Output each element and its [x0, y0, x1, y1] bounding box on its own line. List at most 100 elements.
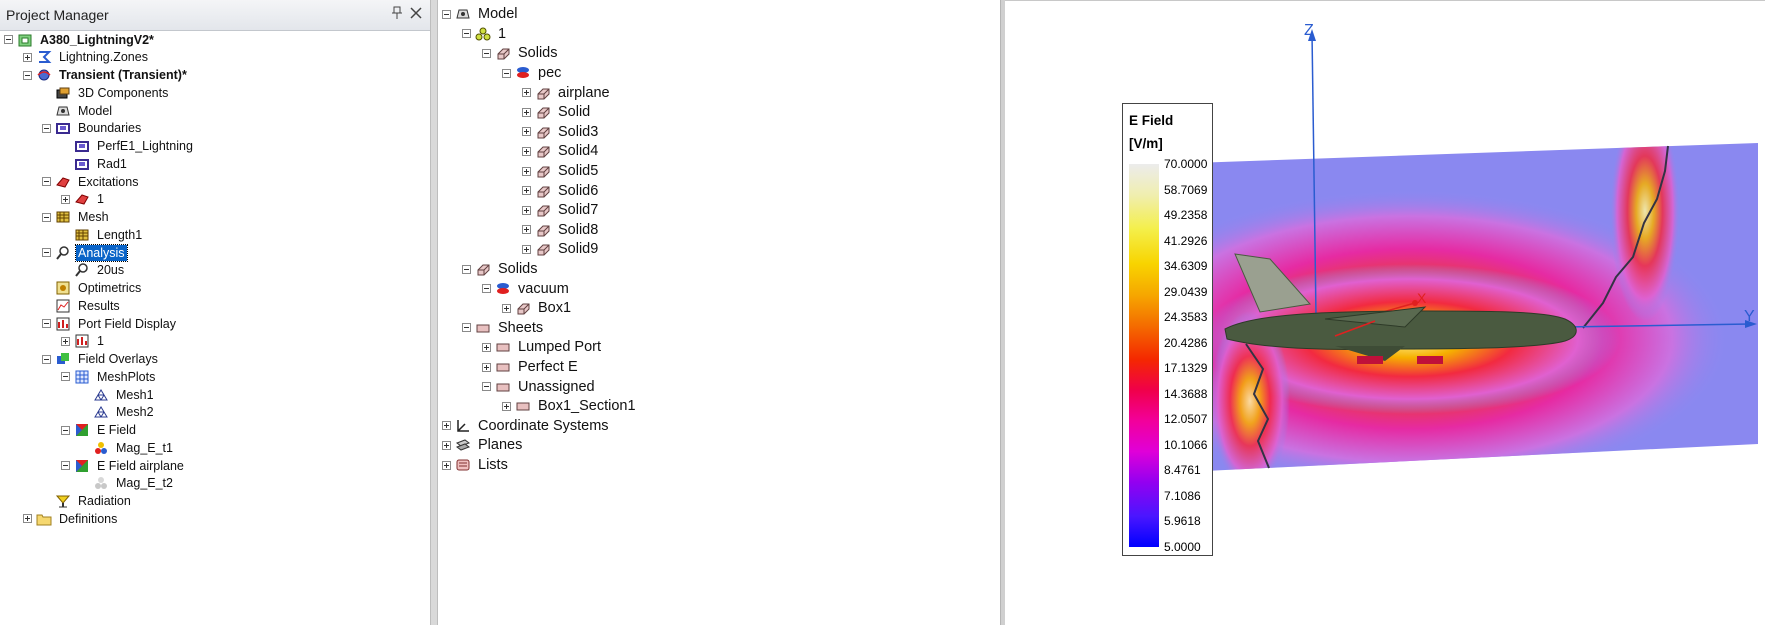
- analysis-icon: [74, 262, 90, 278]
- collapse-icon[interactable]: [482, 284, 491, 294]
- collapse-icon[interactable]: [482, 382, 491, 392]
- model-tree-item[interactable]: Solid: [522, 102, 592, 122]
- collapse-icon[interactable]: [42, 354, 51, 364]
- model-tree-item[interactable]: Solid3: [522, 122, 600, 142]
- model-tree-item[interactable]: Sheets: [462, 318, 545, 338]
- coordinate-icon: [455, 418, 471, 434]
- collapse-icon[interactable]: [42, 212, 51, 222]
- model-tree-item[interactable]: 1: [462, 24, 508, 44]
- collapse-icon[interactable]: [462, 323, 471, 333]
- model-tree-label: Solid6: [558, 182, 599, 199]
- project-tree-label: Boundaries: [78, 121, 142, 136]
- legend-tick-label: 29.0439: [1164, 284, 1208, 299]
- expand-icon[interactable]: [522, 186, 531, 196]
- panel-splitter[interactable]: [430, 0, 438, 625]
- collapse-icon[interactable]: [502, 68, 511, 78]
- excitation-icon: [55, 174, 71, 190]
- project-tree-label: PerfE1_Lightning: [97, 139, 193, 154]
- close-icon[interactable]: [410, 6, 422, 22]
- collapse-icon[interactable]: [42, 177, 51, 187]
- legend-color-bar: [1129, 164, 1159, 547]
- expand-icon[interactable]: [23, 514, 32, 524]
- collapse-icon[interactable]: [482, 48, 491, 58]
- model-tree-item[interactable]: Box1: [502, 298, 573, 318]
- expand-icon[interactable]: [522, 127, 531, 137]
- analysis-icon: [55, 245, 71, 261]
- model-tree-item[interactable]: Solid7: [522, 200, 600, 220]
- model-tree-label: Lists: [478, 457, 508, 473]
- collapse-icon[interactable]: [42, 123, 51, 133]
- expand-icon[interactable]: [522, 205, 531, 215]
- model-tree-item[interactable]: Solids: [462, 259, 540, 279]
- project-manager-header: Project Manager: [0, 0, 430, 31]
- model-tree-item[interactable]: pec: [502, 63, 563, 83]
- collapse-icon[interactable]: [42, 248, 51, 258]
- model-tree-item[interactable]: Unassigned: [482, 377, 597, 397]
- project-tree-label: 1: [97, 334, 104, 349]
- collapse-icon[interactable]: [442, 9, 451, 19]
- field-overlays-icon: [55, 351, 71, 367]
- collapse-icon[interactable]: [23, 70, 32, 80]
- model-tree-item[interactable]: Solid6: [522, 181, 600, 201]
- boundary-icon: [55, 120, 71, 136]
- expand-icon[interactable]: [522, 146, 531, 156]
- legend-tick-label: 58.7069: [1164, 182, 1208, 197]
- model-tree-item[interactable]: Solids: [482, 43, 560, 63]
- field-plot-canvas[interactable]: Z Y X: [1005, 1, 1765, 625]
- model-tree-item[interactable]: Solid5: [522, 161, 600, 181]
- 3d-view[interactable]: Z Y X E Field [V/m] 70.0000 58.7069 49.235…: [1005, 0, 1765, 625]
- expand-icon[interactable]: [442, 440, 451, 450]
- expand-icon[interactable]: [502, 303, 511, 313]
- sheet-icon: [495, 339, 511, 355]
- model-tree-item[interactable]: Perfect E: [482, 357, 580, 377]
- collapse-icon[interactable]: [61, 461, 70, 471]
- expand-icon[interactable]: [61, 194, 70, 204]
- model-tree-item[interactable]: Box1_Section1: [502, 396, 638, 416]
- legend-tick-label: 14.3688: [1164, 386, 1208, 401]
- mesh-icon: [74, 227, 90, 243]
- model-tree-item[interactable]: Lumped Port: [482, 337, 603, 357]
- model-tree-item[interactable]: Planes: [442, 435, 524, 455]
- project-tree-item[interactable]: Definitions: [23, 509, 119, 529]
- model-tree-label: pec: [538, 65, 562, 81]
- project-tree-label: E Field airplane: [97, 458, 184, 473]
- expand-icon[interactable]: [23, 52, 32, 62]
- model-tree-item[interactable]: Solid8: [522, 220, 600, 240]
- solid-icon: [515, 300, 531, 316]
- expand-icon[interactable]: [502, 401, 511, 411]
- collapse-icon[interactable]: [462, 29, 471, 39]
- model-tree-item[interactable]: Coordinate Systems: [442, 416, 611, 436]
- expand-icon[interactable]: [522, 166, 531, 176]
- collapse-icon[interactable]: [42, 319, 51, 329]
- model-tree-label: Perfect E: [518, 359, 578, 375]
- expand-icon[interactable]: [482, 362, 491, 372]
- collapse-icon[interactable]: [61, 425, 70, 435]
- model-tree-item[interactable]: Solid4: [522, 141, 600, 161]
- expand-icon[interactable]: [522, 225, 531, 235]
- model-tree-item[interactable]: Lists: [442, 455, 510, 475]
- legend-tick-label: 34.6309: [1164, 259, 1208, 274]
- expand-icon[interactable]: [442, 421, 451, 431]
- model-tree-item[interactable]: Model: [442, 4, 520, 24]
- collapse-icon[interactable]: [4, 35, 13, 45]
- pin-icon[interactable]: [391, 6, 403, 23]
- radiation-icon: [55, 493, 71, 509]
- model-tree-label: Solids: [498, 261, 538, 277]
- model-tree-item[interactable]: vacuum: [482, 279, 571, 299]
- collapse-icon[interactable]: [462, 264, 471, 274]
- expand-icon[interactable]: [522, 88, 531, 98]
- expand-icon[interactable]: [442, 460, 451, 470]
- solid-icon: [535, 163, 551, 179]
- expand-icon[interactable]: [61, 336, 70, 346]
- solid-icon: [535, 183, 551, 199]
- collapse-icon[interactable]: [61, 372, 70, 382]
- expand-icon[interactable]: [482, 342, 491, 352]
- model-tree-item[interactable]: airplane: [522, 83, 612, 103]
- expand-icon[interactable]: [522, 107, 531, 117]
- solid-icon: [535, 143, 551, 159]
- sheet-icon: [495, 379, 511, 395]
- model-tree-label: Model: [478, 6, 518, 23]
- model-tree-item[interactable]: Solid9: [522, 239, 600, 259]
- expand-icon[interactable]: [522, 244, 531, 254]
- model-tree-panel: Model 1 Solids pec airplane Solid Solid3 Solid4…: [438, 0, 1000, 625]
